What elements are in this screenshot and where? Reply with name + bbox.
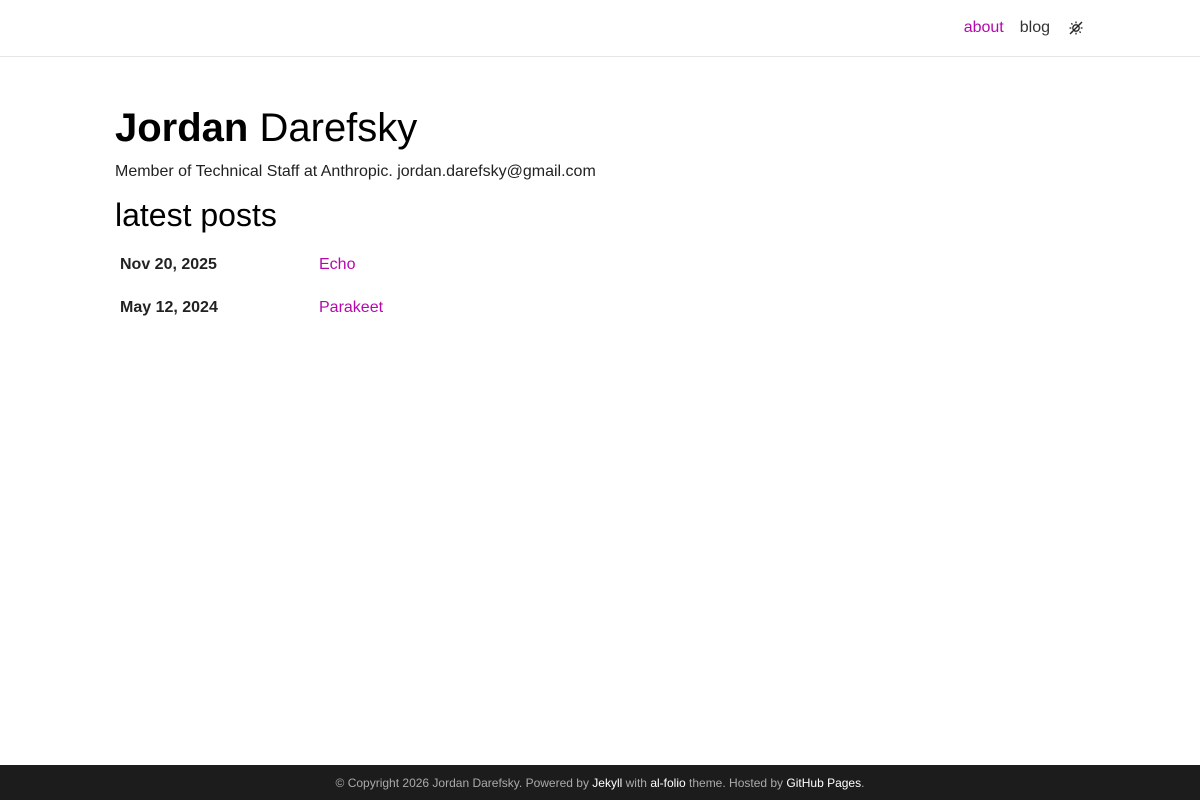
- footer-theme-hosted-text: theme. Hosted by: [685, 775, 787, 790]
- post-date: Nov 20, 2025: [120, 255, 217, 273]
- theme-toggle-button[interactable]: [1066, 18, 1086, 38]
- main-content: Jordan Darefsky Member of Technical Staf…: [115, 100, 1085, 329]
- page-description: Member of Technical Staff at Anthropic. …: [115, 163, 596, 180]
- post-row: Nov 20, 2025 Echo: [115, 243, 388, 286]
- nav-about-link[interactable]: about: [964, 19, 1004, 37]
- latest-posts-heading: latest posts: [115, 197, 277, 233]
- footer-copyright: © Copyright 2026 Jordan Darefsky. Powere…: [335, 775, 593, 790]
- footer-github-pages-link[interactable]: GitHub Pages: [786, 776, 861, 790]
- page-title: Jordan Darefsky: [115, 100, 1085, 156]
- footer-with-text: with: [622, 775, 651, 790]
- last-name: Darefsky: [259, 106, 418, 150]
- footer-end-text: .: [861, 775, 865, 790]
- footer-jekyll-link[interactable]: Jekyll: [592, 776, 622, 790]
- post-link-parakeet[interactable]: Parakeet: [319, 299, 383, 316]
- first-name: Jordan: [115, 106, 249, 150]
- theme-toggle-icon: [1069, 21, 1083, 35]
- post-date: May 12, 2024: [120, 298, 218, 316]
- post-row: May 12, 2024 Parakeet: [115, 286, 388, 329]
- nav-links: about blog: [948, 0, 1086, 56]
- footer-alfolio-link[interactable]: al-folio: [650, 776, 685, 790]
- footer-text: © Copyright 2026 Jordan Darefsky. Powere…: [336, 776, 865, 790]
- footer: © Copyright 2026 Jordan Darefsky. Powere…: [0, 765, 1200, 800]
- navbar: about blog: [0, 0, 1200, 57]
- post-link-echo[interactable]: Echo: [319, 256, 355, 273]
- posts-table: Nov 20, 2025 Echo May 12, 2024 Parakeet: [115, 243, 388, 329]
- nav-blog-link[interactable]: blog: [1020, 19, 1050, 37]
